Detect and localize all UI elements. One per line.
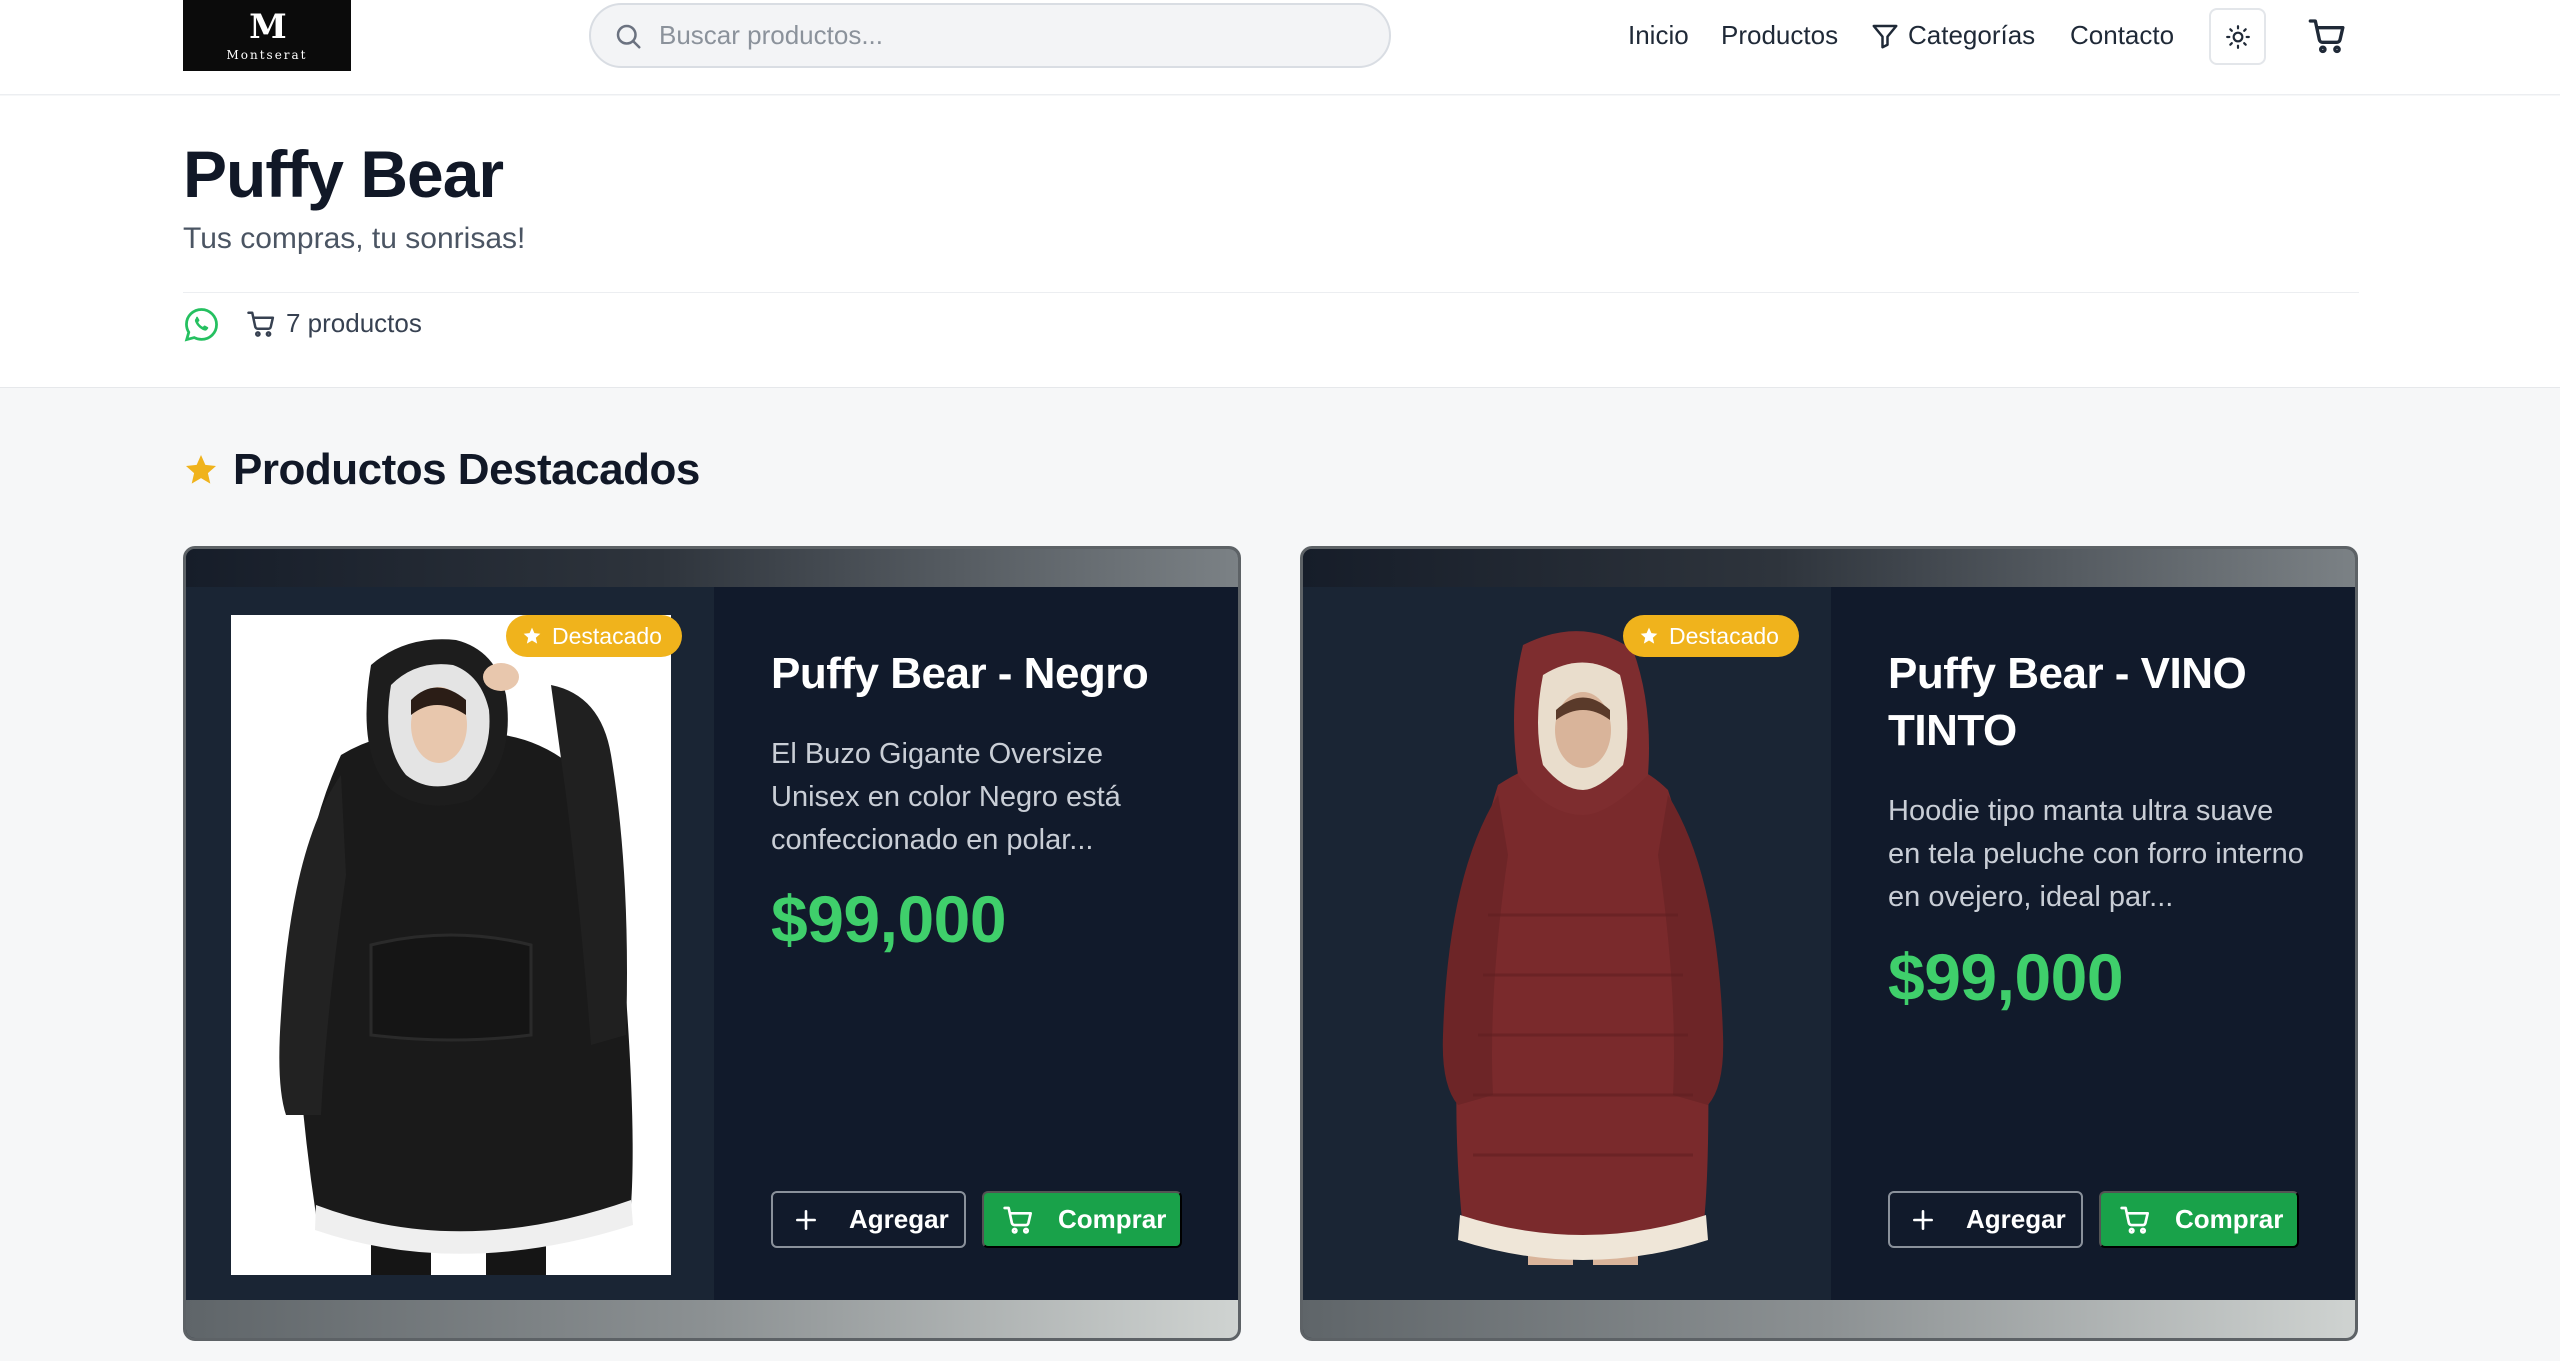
product-image[interactable] <box>231 615 671 1275</box>
star-icon <box>1640 627 1658 644</box>
search-input[interactable] <box>659 20 1359 51</box>
buy-now-button[interactable]: Comprar <box>982 1191 1182 1248</box>
product-info: Puffy Bear - VINO TINTO Hoodie tipo mant… <box>1831 587 2355 1303</box>
featured-heading: Productos Destacados <box>183 445 700 495</box>
card-bottom-bar <box>186 1300 1238 1338</box>
buy-now-label: Comprar <box>2175 1204 2284 1234</box>
product-price: $99,000 <box>1888 940 2124 1014</box>
featured-badge: Destacado <box>1623 615 1799 657</box>
add-to-cart-label: Agregar <box>1966 1204 2066 1234</box>
add-to-cart-button[interactable]: Agregar <box>1888 1191 2083 1248</box>
sun-icon <box>2225 24 2250 49</box>
top-navbar: M Montserat Inicio Productos Categorías … <box>0 0 2560 95</box>
product-count-label: 7 productos <box>286 308 422 338</box>
product-description: Hoodie tipo manta ultra suave en tela pe… <box>1888 795 2304 913</box>
nav-link-productos[interactable]: Productos <box>1721 0 1838 71</box>
divider <box>183 292 2359 293</box>
hoodie-wine-illustration <box>1442 631 1724 1265</box>
card-top-bar <box>186 549 1238 587</box>
product-title[interactable]: Puffy Bear - Negro <box>771 645 1211 702</box>
product-card[interactable]: Destacado Puffy Bear - VINO TINTO Hoodie… <box>1300 546 2358 1341</box>
card-top-bar <box>1303 549 2355 587</box>
plus-icon <box>796 1209 816 1230</box>
product-image[interactable] <box>1348 615 1788 1275</box>
nav-link-inicio[interactable]: Inicio <box>1628 0 1689 71</box>
cart-icon <box>1003 1206 1032 1234</box>
featured-badge-label: Destacado <box>1669 622 1779 649</box>
store-logo[interactable]: M Montserat <box>183 0 351 71</box>
search-bar <box>589 3 1391 68</box>
cart-icon <box>2308 19 2345 54</box>
product-card[interactable]: Destacado Puffy Bear - Negro El Buzo Gig… <box>183 546 1241 1341</box>
buy-now-label: Comprar <box>1058 1204 1167 1234</box>
cart-icon <box>2120 1206 2149 1234</box>
logo-mark-icon: M <box>249 6 287 47</box>
nav-link-categorias[interactable]: Categorías <box>1870 0 2035 71</box>
star-icon <box>523 627 541 644</box>
nav-link-categorias-label: Categorías <box>1908 20 2036 50</box>
add-to-cart-label: Agregar <box>849 1204 949 1234</box>
store-title: Puffy Bear <box>183 137 504 211</box>
nav-link-contacto[interactable]: Contacto <box>2070 0 2174 71</box>
logo-text: Montserat <box>226 47 308 62</box>
whatsapp-icon[interactable] <box>183 306 220 343</box>
product-price: $99,000 <box>771 882 1007 956</box>
product-description: El Buzo Gigante Oversize Unisex en color… <box>771 738 1121 856</box>
product-count: 7 productos <box>246 308 422 339</box>
plus-icon <box>1913 1209 1933 1230</box>
product-image-area: Destacado <box>186 587 714 1303</box>
product-image-area: Destacado <box>1303 587 1831 1303</box>
cart-icon <box>247 311 275 337</box>
buy-now-button[interactable]: Comprar <box>2099 1191 2299 1248</box>
store-subtitle: Tus compras, tu sonrisas! <box>183 222 526 255</box>
add-to-cart-button[interactable]: Agregar <box>771 1191 966 1248</box>
cart-button[interactable] <box>2307 16 2347 56</box>
product-title[interactable]: Puffy Bear - VINO TINTO <box>1888 645 2328 759</box>
featured-badge: Destacado <box>506 615 682 657</box>
star-icon <box>186 455 216 484</box>
featured-badge-label: Destacado <box>552 622 662 649</box>
filter-icon <box>1872 24 1898 48</box>
card-bottom-bar <box>1303 1300 2355 1338</box>
store-hero: Puffy Bear Tus compras, tu sonrisas! 7 p… <box>0 96 2560 388</box>
hoodie-black-illustration <box>231 615 671 1275</box>
search-icon <box>616 24 641 48</box>
theme-toggle-button[interactable] <box>2209 8 2266 65</box>
featured-heading-label: Productos Destacados <box>233 445 700 494</box>
product-info: Puffy Bear - Negro El Buzo Gigante Overs… <box>714 587 1238 1303</box>
